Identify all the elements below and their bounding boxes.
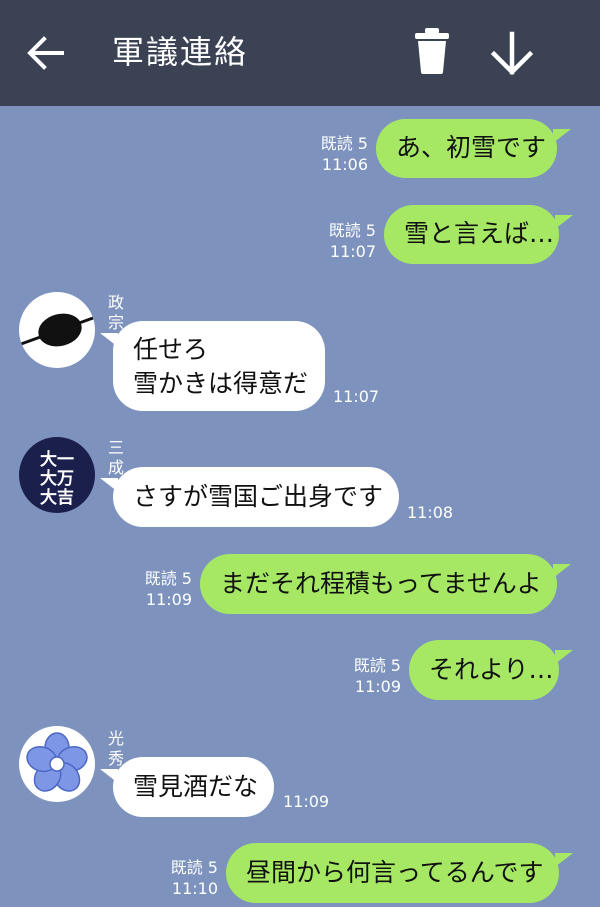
eyepatch-avatar[interactable] — [19, 292, 95, 368]
crest-icon: 大一大万大吉 — [40, 449, 74, 508]
message-text: さすが雪国ご出身です — [133, 482, 384, 511]
message-text: あ、初雪です — [396, 133, 547, 162]
message-time: 11:09 — [354, 677, 401, 696]
message-line: 雪かきは得意だ — [133, 369, 309, 398]
sender-name: 光秀 — [108, 729, 125, 768]
message-time: 11:06 — [321, 155, 368, 174]
sender-name: 政宗 — [108, 293, 125, 332]
message-text: 昼間から何言ってるんです — [246, 858, 544, 887]
arrow-down-icon — [490, 31, 534, 76]
crest-avatar[interactable]: 大一大万大吉 — [19, 437, 95, 513]
message-time: 11:09 — [145, 590, 192, 609]
bellflower-avatar[interactable] — [19, 726, 95, 802]
message-meta: 既読 5 11:07 — [308, 220, 376, 262]
message-text: まだそれ程積もってませんよ — [220, 569, 542, 598]
message-meta: 既読 5 11:10 — [150, 857, 218, 899]
eyepatch-icon — [20, 313, 94, 347]
message-text: 雪見酒だな — [133, 772, 259, 801]
arrow-left-icon — [27, 36, 64, 70]
crest-text: 大一大万大吉 — [40, 449, 74, 508]
message-bubble[interactable]: 昼間から何言ってるんです — [226, 843, 559, 903]
message-bubble[interactable]: 雪見酒だな — [113, 757, 274, 817]
read-receipt: 既読 5 — [170, 858, 218, 877]
bubble-tail — [555, 215, 573, 229]
message-bubble[interactable]: 雪と言えば… — [384, 205, 559, 264]
download-button[interactable] — [488, 30, 536, 78]
read-receipt: 既読 5 — [353, 656, 401, 675]
message-bubble[interactable]: 任せろ 雪かきは得意だ — [113, 321, 325, 411]
message-bubble[interactable]: さすが雪国ご出身です — [113, 467, 399, 527]
read-receipt: 既読 5 — [328, 221, 376, 240]
chat-header: 軍議連絡 — [0, 0, 600, 106]
bellflower-crest-icon — [26, 732, 88, 792]
back-button[interactable] — [26, 33, 66, 73]
bubble-tail — [553, 564, 571, 578]
message-bubble[interactable]: あ、初雪です — [376, 119, 557, 178]
message-meta: 既読 5 11:09 — [124, 568, 192, 610]
bubble-tail — [555, 650, 573, 664]
message-bubble[interactable]: まだそれ程積もってませんよ — [200, 554, 557, 614]
message-time: 11:10 — [171, 879, 218, 898]
message-time: 11:09 — [283, 792, 330, 811]
bubble-tail — [553, 129, 571, 143]
sender-name: 三成 — [108, 438, 125, 477]
message-line: 任せろ — [133, 335, 209, 364]
message-text: 雪と言えば… — [404, 219, 555, 248]
message-meta: 既読 5 11:06 — [300, 133, 368, 175]
chat-title: 軍議連絡 — [112, 33, 249, 71]
message-meta: 既読 5 11:09 — [333, 655, 401, 697]
message-bubble[interactable]: それより… — [409, 640, 559, 700]
message-time: 11:07 — [329, 242, 376, 261]
read-receipt: 既読 5 — [144, 569, 192, 588]
message-time: 11:08 — [407, 503, 454, 522]
read-receipt: 既読 5 — [320, 134, 368, 153]
bubble-tail — [555, 853, 573, 867]
delete-button[interactable] — [412, 27, 452, 75]
trash-icon — [415, 28, 449, 74]
message-time: 11:07 — [333, 387, 380, 406]
message-text: それより… — [429, 655, 554, 684]
